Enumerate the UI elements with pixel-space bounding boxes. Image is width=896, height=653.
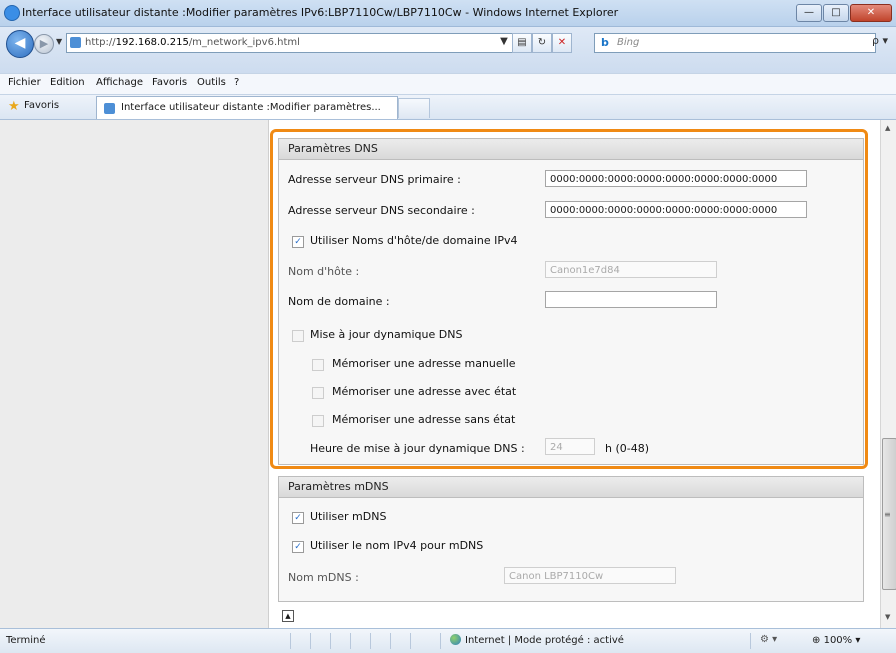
minimize-button[interactable]: — <box>796 4 822 22</box>
use-mdns-label: Utiliser mDNS <box>310 510 387 523</box>
scrollbar-grip-icon: ≡ <box>884 510 891 519</box>
search-placeholder: Bing <box>617 37 640 48</box>
use-ipv4-name-mdns-label: Utiliser le nom IPv4 pour mDNS <box>310 539 484 552</box>
domain-name-input[interactable] <box>545 291 717 308</box>
internet-zone-icon <box>450 634 461 645</box>
menu-edition[interactable]: Edition <box>50 77 85 88</box>
use-ipv4-hostnames-label: Utiliser Noms d'hôte/de domaine IPv4 <box>310 234 518 247</box>
page-footer: ▲ <box>278 606 862 628</box>
site-favicon-icon <box>70 37 81 48</box>
maximize-button[interactable]: □ <box>823 4 849 22</box>
history-dropdown-icon[interactable]: ▼ <box>56 37 62 46</box>
tab-remote-ui[interactable]: Interface utilisateur distante :Modifier… <box>96 96 398 119</box>
mdns-name-input[interactable]: Canon LBP7110Cw <box>504 567 676 584</box>
register-stateless-address-checkbox[interactable] <box>312 415 324 427</box>
tab-title: Interface utilisateur distante :Modifier… <box>121 102 381 113</box>
dns-settings-panel: Paramètres DNS Adresse serveur DNS prima… <box>278 138 864 465</box>
tab-favicon-icon <box>104 103 115 114</box>
menu-affichage[interactable]: Affichage <box>96 77 143 88</box>
window-title: Interface utilisateur distante :Modifier… <box>22 6 619 19</box>
page-top-icon[interactable]: ▲ <box>282 610 294 622</box>
status-bar: Terminé Internet | Mode protégé : activé… <box>0 628 896 653</box>
status-divider <box>310 633 311 649</box>
use-ipv4-name-mdns-checkbox[interactable]: ✓ <box>292 541 304 553</box>
register-manual-address-label: Mémoriser une adresse manuelle <box>332 357 516 370</box>
status-divider <box>440 633 441 649</box>
status-divider <box>330 633 331 649</box>
status-divider <box>390 633 391 649</box>
dns-primary-input[interactable]: 0000:0000:0000:0000:0000:0000:0000:0000 <box>545 170 807 187</box>
url-dropdown-icon[interactable]: ▼ <box>497 33 511 51</box>
stop-button[interactable]: ✕ <box>552 33 572 53</box>
status-divider <box>370 633 371 649</box>
address-url: http://192.168.0.215/m_network_ipv6.html <box>85 37 300 48</box>
zoom-level-button[interactable]: ⊕ 100% ▾ <box>812 635 860 646</box>
mdns-settings-panel: Paramètres mDNS ✓ Utiliser mDNS ✓ Utilis… <box>278 476 864 602</box>
search-input[interactable]: b Bing <box>594 33 876 53</box>
mdns-section-header: Paramètres mDNS <box>279 477 863 498</box>
security-zone-text[interactable]: Internet | Mode protégé : activé <box>465 635 624 646</box>
left-navigation-panel <box>0 120 269 628</box>
address-toolbar: ◀ ▶ ▼ http://192.168.0.215/m_network_ipv… <box>0 27 896 73</box>
close-button[interactable]: ✕ <box>850 4 892 22</box>
host-name-input[interactable]: Canon1e7d84 <box>545 261 717 278</box>
dns-update-interval-label: Heure de mise à jour dynamique DNS : <box>310 442 525 455</box>
status-text: Terminé <box>6 635 46 646</box>
menu-outils[interactable]: Outils <box>197 77 226 88</box>
scroll-up-icon[interactable]: ▲ <box>885 124 890 132</box>
dns-section-header: Paramètres DNS <box>279 139 863 160</box>
forward-button[interactable]: ▶ <box>34 34 54 54</box>
page-content: Paramètres DNS Adresse serveur DNS prima… <box>0 120 880 628</box>
dns-update-interval-unit: h (0-48) <box>605 442 650 455</box>
status-divider <box>350 633 351 649</box>
window-title-bar: Interface utilisateur distante :Modifier… <box>0 0 896 27</box>
register-manual-address-checkbox[interactable] <box>312 359 324 371</box>
dns-update-interval-input[interactable]: 24 <box>545 438 595 455</box>
bing-logo-icon: b <box>601 36 609 49</box>
menu-favoris[interactable]: Favoris <box>152 77 187 88</box>
security-settings-icon[interactable]: ⚙ ▾ <box>760 634 777 645</box>
use-mdns-checkbox[interactable]: ✓ <box>292 512 304 524</box>
address-input[interactable]: http://192.168.0.215/m_network_ipv6.html <box>66 33 542 53</box>
register-stateful-address-label: Mémoriser une adresse avec état <box>332 385 517 398</box>
vertical-scrollbar[interactable]: ▲ ≡ ▼ <box>880 120 896 628</box>
dns-secondary-label: Adresse serveur DNS secondaire : <box>288 204 475 217</box>
menu-help[interactable]: ? <box>234 77 239 88</box>
domain-name-label: Nom de domaine : <box>288 295 390 308</box>
new-tab-button[interactable] <box>398 98 430 118</box>
register-stateful-address-checkbox[interactable] <box>312 387 324 399</box>
status-divider <box>410 633 411 649</box>
status-divider <box>290 633 291 649</box>
favorites-star-icon[interactable]: ★ <box>8 99 20 114</box>
menu-fichier[interactable]: Fichier <box>8 77 41 88</box>
favorites-button[interactable]: Favoris <box>24 100 59 111</box>
favorites-bar: ★ Favoris Interface utilisateur distante… <box>0 95 896 120</box>
dns-dynamic-update-checkbox[interactable] <box>292 330 304 342</box>
host-name-label: Nom d'hôte : <box>288 265 360 278</box>
back-button[interactable]: ◀ <box>6 30 34 58</box>
dns-primary-label: Adresse serveur DNS primaire : <box>288 173 461 186</box>
mdns-name-label: Nom mDNS : <box>288 571 359 584</box>
register-stateless-address-label: Mémoriser une adresse sans état <box>332 413 516 426</box>
menu-bar: Fichier Edition Affichage Favoris Outils… <box>0 73 896 95</box>
status-divider <box>750 633 751 649</box>
ie-logo-icon <box>4 5 20 21</box>
dns-dynamic-update-label: Mise à jour dynamique DNS <box>310 328 463 341</box>
dns-secondary-input[interactable]: 0000:0000:0000:0000:0000:0000:0000:0000 <box>545 201 807 218</box>
use-ipv4-hostnames-checkbox[interactable]: ✓ <box>292 236 304 248</box>
scroll-down-icon[interactable]: ▼ <box>885 613 890 621</box>
search-button[interactable]: ρ ▾ <box>872 34 888 47</box>
compatibility-view-button[interactable]: ▤ <box>512 33 532 53</box>
refresh-button[interactable]: ↻ <box>532 33 552 53</box>
